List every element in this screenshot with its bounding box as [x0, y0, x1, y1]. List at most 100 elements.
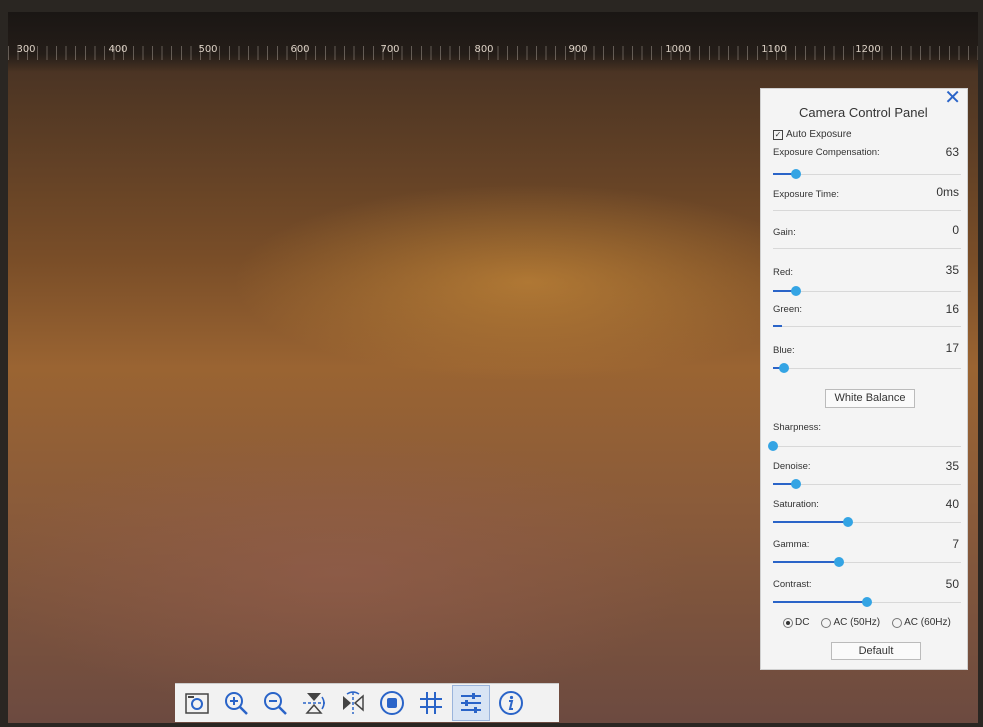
contrast-value: 50: [945, 577, 959, 591]
slider-knob[interactable]: [790, 286, 801, 296]
radio-ac60[interactable]: AC (60Hz): [892, 617, 951, 628]
slider-track: [773, 446, 961, 447]
denoise-label: Denoise:: [773, 461, 811, 472]
green-slider[interactable]: [773, 321, 961, 331]
exposure-time-slider[interactable]: [773, 205, 961, 215]
radio-ac60-label: AC (60Hz): [904, 617, 951, 628]
flip-vertical-icon: [303, 693, 325, 714]
slider-track: [773, 248, 961, 249]
zoom-in-button[interactable]: [218, 686, 254, 720]
slider-knob[interactable]: [843, 517, 854, 527]
slider-track: [773, 326, 961, 327]
capture-button[interactable]: [179, 686, 215, 720]
bottom-toolbar: [175, 683, 559, 722]
slider-track: [773, 210, 961, 211]
saturation-value: 40: [945, 497, 959, 511]
radio-dc-label: DC: [795, 617, 810, 628]
gamma-value: 7: [952, 537, 959, 551]
flip-horizontal-icon: [343, 691, 364, 714]
power-frequency-group: DC AC (50Hz) AC (60Hz): [783, 617, 951, 628]
slider-track: [773, 484, 961, 485]
flip-vertical-button[interactable]: [296, 686, 332, 720]
sharpness-label: Sharpness:: [773, 422, 822, 433]
red-label: Red:: [773, 267, 794, 278]
close-icon[interactable]: ✕: [944, 85, 961, 110]
blue-slider[interactable]: [773, 363, 961, 373]
slider-track: [773, 368, 961, 369]
slider-knob[interactable]: [768, 441, 778, 451]
grid-button[interactable]: [413, 686, 449, 720]
exposure-compensation-slider[interactable]: [773, 169, 961, 179]
radio-ac50[interactable]: AC (50Hz): [821, 617, 880, 628]
settings-sliders-icon: [461, 693, 481, 713]
ruler: 300 400 500 600 700 800 900 1000 1100 12…: [8, 12, 978, 72]
denoise-value: 35: [945, 459, 959, 473]
ruler-label: 500: [198, 44, 218, 55]
green-label: Green:: [773, 304, 803, 315]
red-slider[interactable]: [773, 286, 961, 296]
saturation-label: Saturation:: [773, 499, 819, 510]
slider-knob[interactable]: [779, 363, 790, 373]
camera-control-panel: Camera Control Panel ✕ ✓ Auto Exposure E…: [760, 85, 968, 670]
ruler-label: 1000: [665, 44, 691, 55]
auto-exposure-checkbox[interactable]: ✓ Auto Exposure: [773, 129, 852, 140]
contrast-slider[interactable]: [773, 597, 961, 607]
checkmark-icon: ✓: [773, 129, 783, 140]
slider-fill: [773, 325, 783, 327]
saturation-slider[interactable]: [773, 517, 961, 527]
slider-track: [773, 174, 961, 175]
green-value: 16: [945, 302, 959, 316]
slider-fill: [773, 521, 849, 523]
ruler-label: 700: [380, 44, 400, 55]
capture-icon: [185, 693, 209, 714]
settings-button[interactable]: [452, 685, 490, 721]
slider-fill: [773, 601, 867, 603]
ruler-label: 300: [16, 44, 36, 55]
gamma-slider[interactable]: [773, 557, 961, 567]
zoom-out-button[interactable]: [257, 686, 293, 720]
radio-dc[interactable]: DC: [783, 617, 809, 628]
slider-knob[interactable]: [862, 597, 872, 607]
red-value: 35: [945, 263, 959, 277]
exposure-compensation-label: Exposure Compensation:: [773, 147, 880, 158]
slider-knob[interactable]: [833, 557, 844, 567]
ruler-label: 1200: [855, 44, 881, 55]
gain-slider[interactable]: [773, 243, 961, 253]
slider-fill: [773, 561, 839, 563]
radio-dot-icon: [892, 617, 903, 628]
gain-label: Gain:: [773, 227, 796, 238]
gamma-label: Gamma:: [773, 539, 810, 550]
contrast-label: Contrast:: [773, 579, 812, 590]
exposure-time-label: Exposure Time:: [773, 189, 839, 200]
radio-dot-icon: [821, 617, 832, 628]
denoise-slider[interactable]: [773, 479, 961, 489]
stop-button[interactable]: [374, 686, 410, 720]
panel-title: Camera Control Panel: [799, 105, 928, 120]
ruler-label: 400: [108, 44, 128, 55]
gain-value: 0: [952, 223, 959, 237]
blue-label: Blue:: [773, 345, 795, 356]
stop-icon: [380, 691, 404, 715]
default-button[interactable]: Default: [831, 642, 921, 660]
grid-icon: [420, 692, 442, 714]
info-button[interactable]: [493, 686, 529, 720]
radio-ac50-label: AC (50Hz): [833, 617, 881, 628]
zoom-in-icon: [225, 692, 248, 715]
sharpness-slider[interactable]: [768, 441, 961, 451]
slider-knob[interactable]: [790, 479, 801, 489]
ruler-label: 600: [290, 44, 310, 55]
flip-horizontal-button[interactable]: [335, 686, 371, 720]
auto-exposure-label: Auto Exposure: [786, 129, 852, 140]
exposure-compensation-value: 63: [945, 145, 959, 159]
ruler-label: 900: [568, 44, 588, 55]
ruler-label: 1100: [761, 44, 787, 55]
radio-dot-icon: [783, 617, 793, 628]
info-icon: [499, 691, 523, 715]
white-balance-button[interactable]: White Balance: [825, 389, 915, 408]
ruler-label: 800: [474, 44, 494, 55]
slider-track: [773, 291, 961, 292]
zoom-out-icon: [264, 692, 287, 715]
exposure-time-value: 0ms: [936, 185, 959, 199]
blue-value: 17: [945, 341, 959, 355]
slider-knob[interactable]: [790, 169, 801, 179]
